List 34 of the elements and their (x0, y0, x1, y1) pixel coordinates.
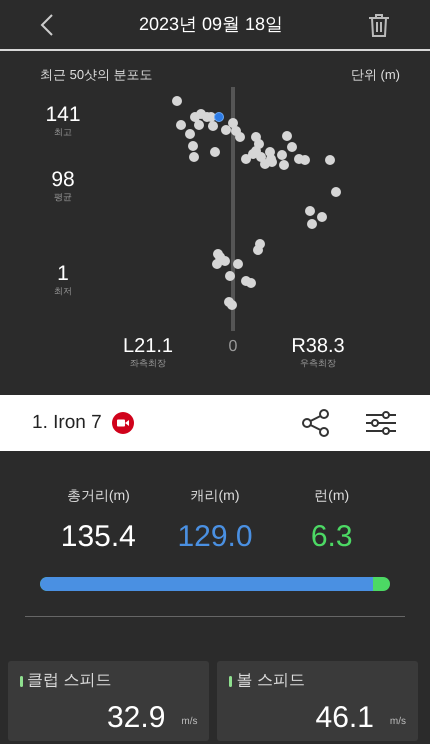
metric-label: 런(m) (314, 486, 350, 505)
metric-value: 129.0 (177, 519, 253, 555)
page-title: 2023년 09월 18일 (138, 13, 284, 36)
club-name: 1. Iron 7 (32, 410, 102, 435)
filter-icon[interactable] (366, 410, 396, 436)
extreme-label: 좌측최장 (130, 357, 166, 370)
stat-label: 최저 (54, 285, 72, 298)
chart-title: 최근 50샷의 분포도 (40, 66, 153, 84)
center-value: 0 (228, 338, 238, 356)
speed-label: 볼 스피드 (236, 671, 305, 691)
extreme-label: 우측최장 (300, 357, 336, 370)
speed-unit: m/s (390, 715, 406, 729)
video-icon[interactable] (112, 412, 134, 434)
share-icon[interactable] (302, 409, 330, 437)
metric-value: 135.4 (60, 519, 136, 555)
extreme-value: R38.3 (291, 335, 345, 357)
stat-value: 141 (45, 103, 81, 126)
indicator-icon (20, 676, 23, 686)
speed-label: 클럽 스피드 (27, 671, 112, 691)
extreme-value: L21.1 (122, 335, 174, 357)
metric-label: 캐리(m) (190, 486, 240, 505)
speed-value: 32.9 (106, 703, 166, 733)
speed-value: 46.1 (316, 703, 374, 733)
stat-value: 98 (51, 168, 75, 191)
unit-label: 단위 (m) (350, 66, 400, 84)
back-icon[interactable] (40, 14, 54, 36)
stat-label: 평균 (54, 190, 72, 204)
stat-label: 최고 (54, 126, 72, 140)
metric-value: 6.3 (310, 519, 353, 555)
metric-label: 총거리(m) (66, 486, 130, 505)
speed-unit: m/s (181, 715, 198, 729)
indicator-icon (229, 676, 232, 686)
trash-icon[interactable] (368, 12, 390, 36)
stat-value: 1 (57, 262, 69, 286)
